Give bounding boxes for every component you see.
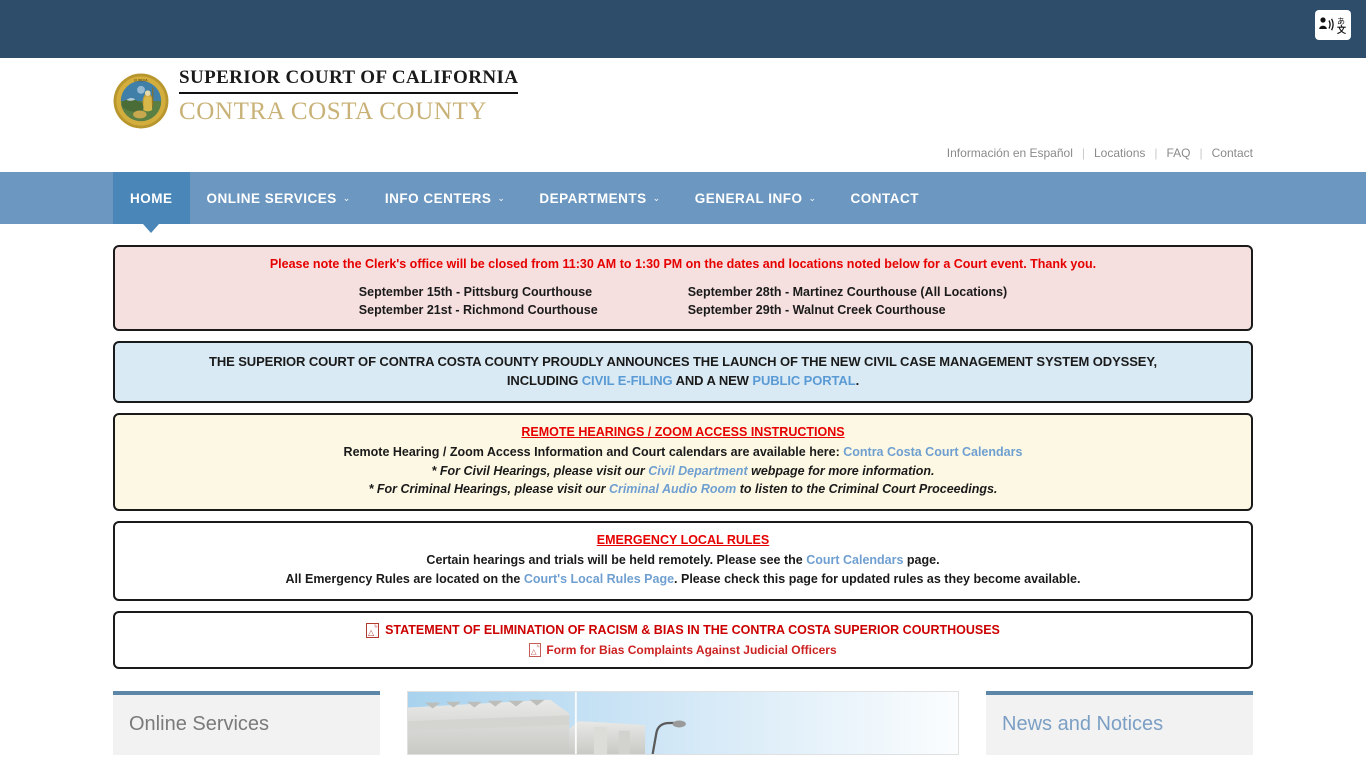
closure-date-row: September 21st - Richmond Courthouse (358, 303, 598, 318)
link-public-portal[interactable]: PUBLIC PORTAL (752, 373, 855, 388)
utility-link-contact[interactable]: Contact (1212, 146, 1253, 160)
svg-text:あ: あ (1337, 17, 1345, 26)
odyssey-line2: INCLUDING CIVIL E-FILING AND A NEW PUBLI… (129, 372, 1237, 391)
emergency-rules-title[interactable]: EMERGENCY LOCAL RULES (129, 533, 1237, 547)
banner-emergency-local-rules: EMERGENCY LOCAL RULES Certain hearings a… (113, 521, 1253, 601)
panel-online-services[interactable]: Online Services (113, 690, 380, 755)
nav-item-departments[interactable]: DEPARTMENTS ⌄ (522, 172, 677, 224)
remote-line2-post: webpage for more information. (747, 463, 935, 478)
emergency-line2-pre: All Emergency Rules are located on the (285, 571, 524, 586)
online-services-title: Online Services (129, 713, 270, 736)
svg-text:EUREKA: EUREKA (134, 78, 148, 82)
clerk-closure-column-left: September 15th - Pittsburg Courthouse Se… (359, 283, 598, 319)
link-civil-department[interactable]: Civil Department (648, 464, 747, 478)
nav-item-label: INFO CENTERS (384, 190, 492, 206)
remote-line3-pre: * For Criminal Hearings, please visit ou… (368, 482, 609, 497)
link-contra-costa-court-calendars[interactable]: Contra Costa Court Calendars (843, 445, 1022, 459)
chevron-down-icon: ⌄ (342, 192, 351, 203)
remote-line2-pre: * For Civil Hearings, please visit our (431, 463, 649, 478)
courthouse-photo (408, 691, 958, 754)
link-local-rules-page[interactable]: Court's Local Rules Page (524, 572, 674, 586)
bottom-panels: Online Services News and Notices (0, 679, 1366, 755)
top-utility-bar: あ 文 (0, 0, 1366, 58)
odyssey-line2-post: . (855, 373, 860, 389)
closure-date-row: September 29th - Walnut Creek Courthouse (687, 303, 946, 318)
clerk-closure-column-right: September 28th - Martinez Courthouse (Al… (688, 283, 1007, 319)
bias-complaint-form-link[interactable]: Form for Bias Complaints Against Judicia… (546, 643, 836, 657)
banner-odyssey-announcement: THE SUPERIOR COURT OF CONTRA COSTA COUNT… (113, 341, 1253, 403)
accessibility-translate-icon: あ 文 (1319, 17, 1347, 35)
nav-item-info-centers[interactable]: INFO CENTERS ⌄ (368, 172, 523, 224)
chevron-down-icon: ⌄ (808, 192, 817, 203)
emergency-rules-line1: Certain hearings and trials will be held… (129, 551, 1237, 570)
nav-item-contact[interactable]: CONTACT (834, 172, 937, 224)
svg-text:△: △ (531, 647, 537, 656)
panel-news-and-notices[interactable]: News and Notices (986, 690, 1253, 755)
racism-statement-link[interactable]: STATEMENT OF ELIMINATION OF RACISM & BIA… (385, 623, 1000, 637)
link-civil-efiling[interactable]: CIVIL E-FILING (582, 373, 673, 388)
accessibility-translate-widget[interactable]: あ 文 (1315, 10, 1351, 40)
california-state-seal-icon: EUREKA (113, 73, 169, 129)
utility-link-locations[interactable]: Locations (1094, 146, 1145, 160)
emergency-line1-post: page. (903, 553, 940, 568)
remote-hearings-line2: * For Civil Hearings, please visit our C… (129, 462, 1237, 481)
nav-item-label: CONTACT (850, 190, 920, 206)
odyssey-line1: THE SUPERIOR COURT OF CONTRA COSTA COUNT… (209, 354, 1157, 370)
closure-date-row: September 15th - Pittsburg Courthouse (358, 285, 593, 299)
bias-complaint-form-row[interactable]: △ Form for Bias Complaints Against Judic… (129, 643, 1237, 657)
svg-text:文: 文 (1336, 24, 1347, 35)
nav-item-label: DEPARTMENTS (539, 190, 647, 206)
utility-link-espanol[interactable]: Información en Español (947, 146, 1073, 160)
chevron-down-icon: ⌄ (497, 192, 506, 203)
remote-hearings-line3: * For Criminal Hearings, please visit ou… (129, 480, 1237, 499)
emergency-line1-pre: Certain hearings and trials will be held… (426, 553, 807, 568)
emergency-line2-post: . Please check this page for updated rul… (674, 571, 1081, 586)
news-and-notices-title: News and Notices (1002, 713, 1164, 736)
carousel-panel[interactable] (407, 690, 959, 755)
remote-line3-post: to listen to the Criminal Court Proceedi… (736, 482, 998, 497)
svg-text:△: △ (368, 628, 375, 637)
site-title-line2: CONTRA COSTA COUNTY (179, 98, 488, 125)
brand-logo[interactable]: EUREKA SUPERIOR COURT OF CALIFORNIA CONT… (113, 67, 519, 129)
remote-hearings-title[interactable]: REMOTE HEARINGS / ZOOM ACCESS INSTRUCTIO… (129, 425, 1237, 439)
site-header: EUREKA SUPERIOR COURT OF CALIFORNIA CONT… (0, 58, 1366, 172)
banner-clerk-closure: Please note the Clerk's office will be c… (113, 245, 1253, 332)
link-criminal-audio-room[interactable]: Criminal Audio Room (609, 482, 736, 496)
emergency-rules-line2: All Emergency Rules are located on the C… (129, 570, 1237, 589)
remote-line1-pre: Remote Hearing / Zoom Access Information… (343, 444, 844, 459)
utility-links: Información en Español | Locations | FAQ… (947, 146, 1253, 160)
odyssey-line2-mid: AND A NEW (672, 373, 753, 389)
nav-item-label: GENERAL INFO (694, 190, 803, 206)
closure-date-row: September 28th - Martinez Courthouse (Al… (687, 285, 1008, 299)
pdf-icon: △ (366, 622, 380, 638)
banner-remote-hearings: REMOTE HEARINGS / ZOOM ACCESS INSTRUCTIO… (113, 412, 1253, 512)
odyssey-line2-pre: INCLUDING (506, 373, 582, 389)
clerk-closure-title: Please note the Clerk's office will be c… (269, 257, 1097, 271)
utility-separator: | (1199, 146, 1203, 160)
utility-separator: | (1081, 146, 1085, 160)
utility-link-faq[interactable]: FAQ (1167, 146, 1191, 160)
clerk-closure-columns: September 15th - Pittsburg Courthouse Se… (129, 283, 1237, 319)
nav-item-label: HOME (130, 190, 173, 206)
nav-item-label: ONLINE SERVICES (206, 190, 337, 206)
nav-item-general-info[interactable]: GENERAL INFO ⌄ (678, 172, 834, 224)
nav-item-home[interactable]: HOME (113, 172, 190, 233)
racism-statement-row[interactable]: △ STATEMENT OF ELIMINATION OF RACISM & B… (129, 622, 1237, 638)
site-title-line1: SUPERIOR COURT OF CALIFORNIA (179, 67, 519, 94)
main-content: Please note the Clerk's office will be c… (0, 224, 1366, 669)
banner-racism-bias-statement: △ STATEMENT OF ELIMINATION OF RACISM & B… (113, 610, 1253, 669)
chevron-down-icon: ⌄ (652, 192, 661, 203)
utility-separator: | (1154, 146, 1158, 160)
pdf-icon: △ (529, 642, 542, 657)
link-court-calendars[interactable]: Court Calendars (806, 553, 903, 567)
main-navigation: HOME ONLINE SERVICES ⌄ INFO CENTERS ⌄ DE… (0, 172, 1366, 233)
remote-hearings-line1: Remote Hearing / Zoom Access Information… (129, 443, 1237, 462)
nav-item-online-services[interactable]: ONLINE SERVICES ⌄ (190, 172, 368, 224)
